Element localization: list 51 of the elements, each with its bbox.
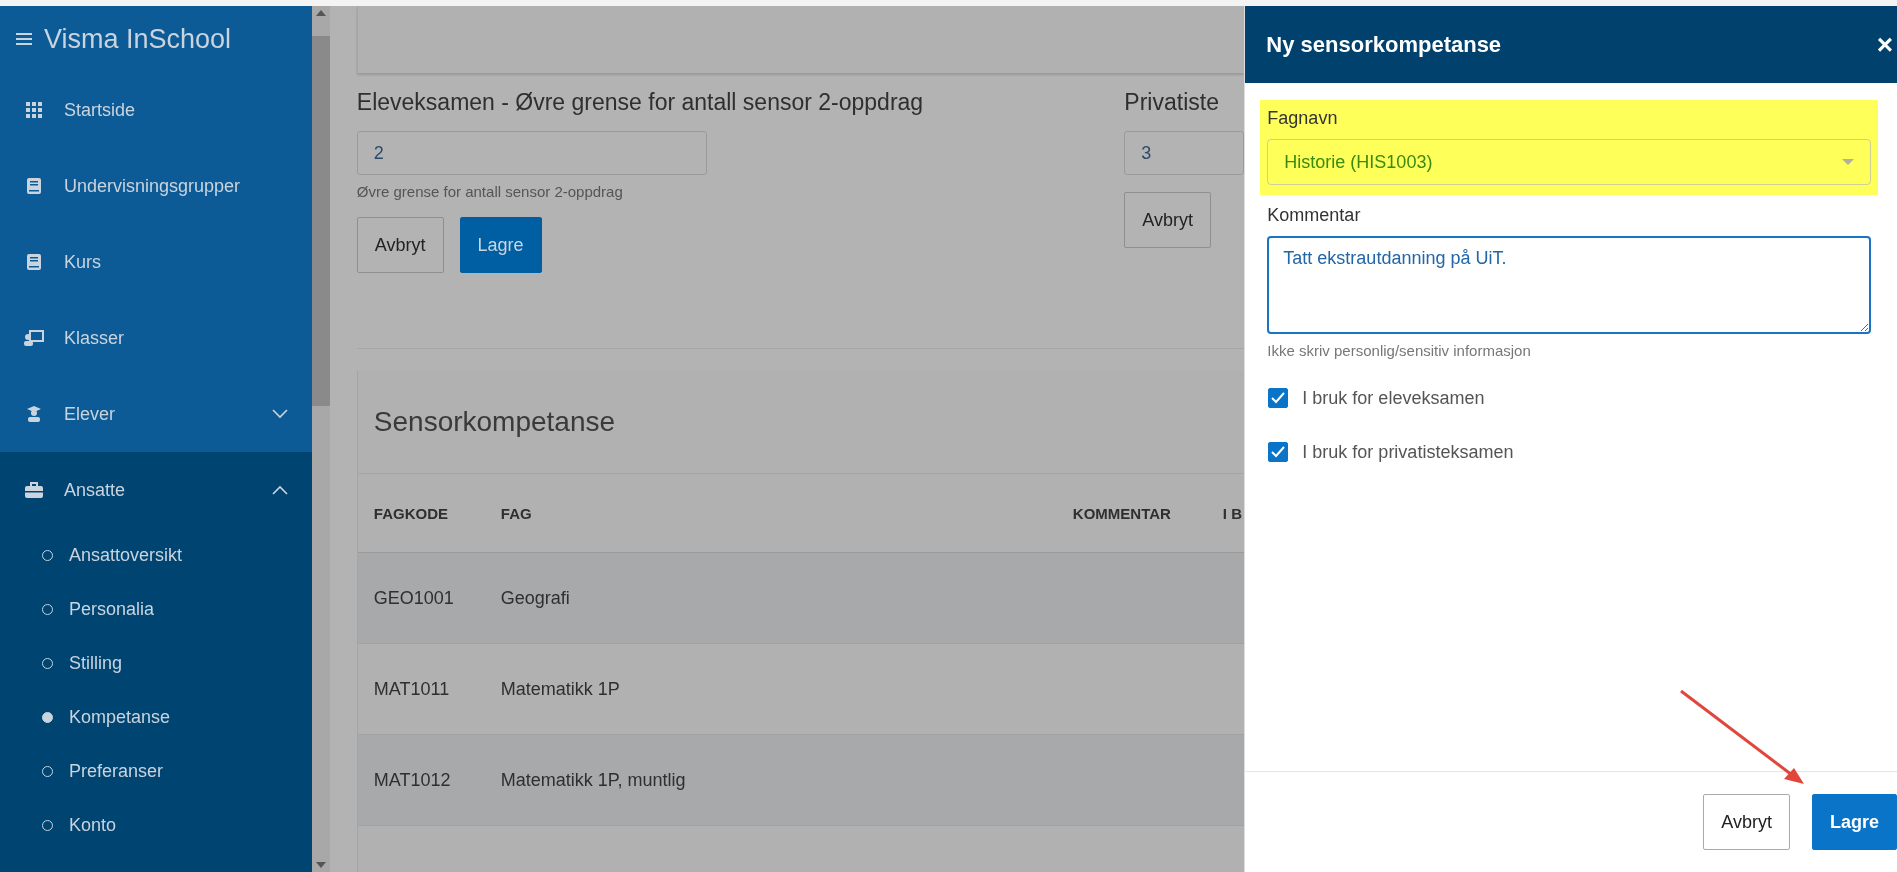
column-header: KOMMENTAR [1072, 504, 1171, 522]
cancel-button[interactable]: Avbryt [1703, 794, 1790, 850]
setting-title: Eleveksamen - Øvre grense for antall sensor 2-oppdrag [356, 89, 924, 117]
cancel-button[interactable]: Avbryt [1124, 192, 1212, 248]
help-text: Ikke skriv personlig/sensitiv informasjon [1267, 342, 1532, 359]
save-button[interactable]: Lagre [459, 217, 542, 273]
chevron-down-icon [271, 409, 288, 419]
field-label: Fagnavn [1267, 108, 1339, 129]
sidebar-item[interactable]: Ansatte [0, 452, 312, 528]
cancel-button[interactable]: Avbryt [356, 217, 444, 273]
chevron-up-icon [271, 485, 288, 495]
scroll-up-icon[interactable] [315, 10, 326, 16]
checkbox-row[interactable]: I bruk for privatisteksamen [1260, 425, 1878, 479]
checkbox[interactable] [1268, 388, 1289, 408]
book-icon [24, 178, 44, 194]
table-row[interactable]: MAT1012 Matematikk 1P, muntlig [357, 735, 1245, 826]
sidebar-item[interactable]: Undervisningsgrupper [0, 148, 312, 224]
sidebar-subitem[interactable]: Kompetanse [0, 690, 312, 744]
panel-title: Ny sensorkompetanse [1266, 31, 1502, 58]
column-header: I B [1222, 504, 1242, 522]
checkbox-row[interactable]: I bruk for eleveksamen [1260, 371, 1878, 425]
scroll-down-icon[interactable] [315, 862, 326, 868]
checkbox[interactable] [1268, 442, 1289, 462]
sidebar-item[interactable]: Kurs [0, 224, 312, 300]
input-field[interactable]: 3 [1124, 131, 1245, 175]
close-button[interactable]: × [1872, 28, 1897, 61]
sidebar-subitem[interactable]: Preferanser [0, 744, 312, 798]
input-field[interactable]: 2 [356, 131, 707, 175]
sidebar-item[interactable]: Startside [0, 72, 312, 148]
sidebar-item[interactable]: Elever [0, 376, 312, 452]
menu-icon[interactable] [16, 32, 32, 46]
briefcase-icon [24, 482, 44, 498]
sidebar-subitem[interactable]: Stilling [0, 636, 312, 690]
teacher-board-icon [24, 330, 44, 346]
sidebar-item[interactable]: Klasser [0, 300, 312, 376]
sidebar-subitem[interactable]: Konto [0, 798, 312, 852]
app-title: Visma InSchool [44, 23, 232, 55]
sidebar-subitem[interactable]: Ansattoversikt [0, 528, 312, 582]
setting-title: Privatiste [1124, 89, 1219, 117]
book-icon [24, 254, 44, 270]
comment-field[interactable]: Tatt ekstrautdanning på UiT. [1267, 236, 1871, 334]
table-row[interactable]: GEO1001 Geografi [357, 553, 1245, 644]
help-text: Øvre grense for antall sensor 2-oppdrag [356, 183, 623, 200]
grid-icon [24, 102, 44, 118]
save-button[interactable]: Lagre [1811, 794, 1897, 850]
caret-icon [1842, 159, 1854, 165]
column-header: FAG [500, 504, 532, 522]
dropdown[interactable]: Historie (HIS1003) [1267, 139, 1871, 185]
column-header: FAGKODE [373, 504, 448, 522]
sidebar-subitem[interactable]: Personalia [0, 582, 312, 636]
field-label: Kommentar [1267, 205, 1362, 226]
